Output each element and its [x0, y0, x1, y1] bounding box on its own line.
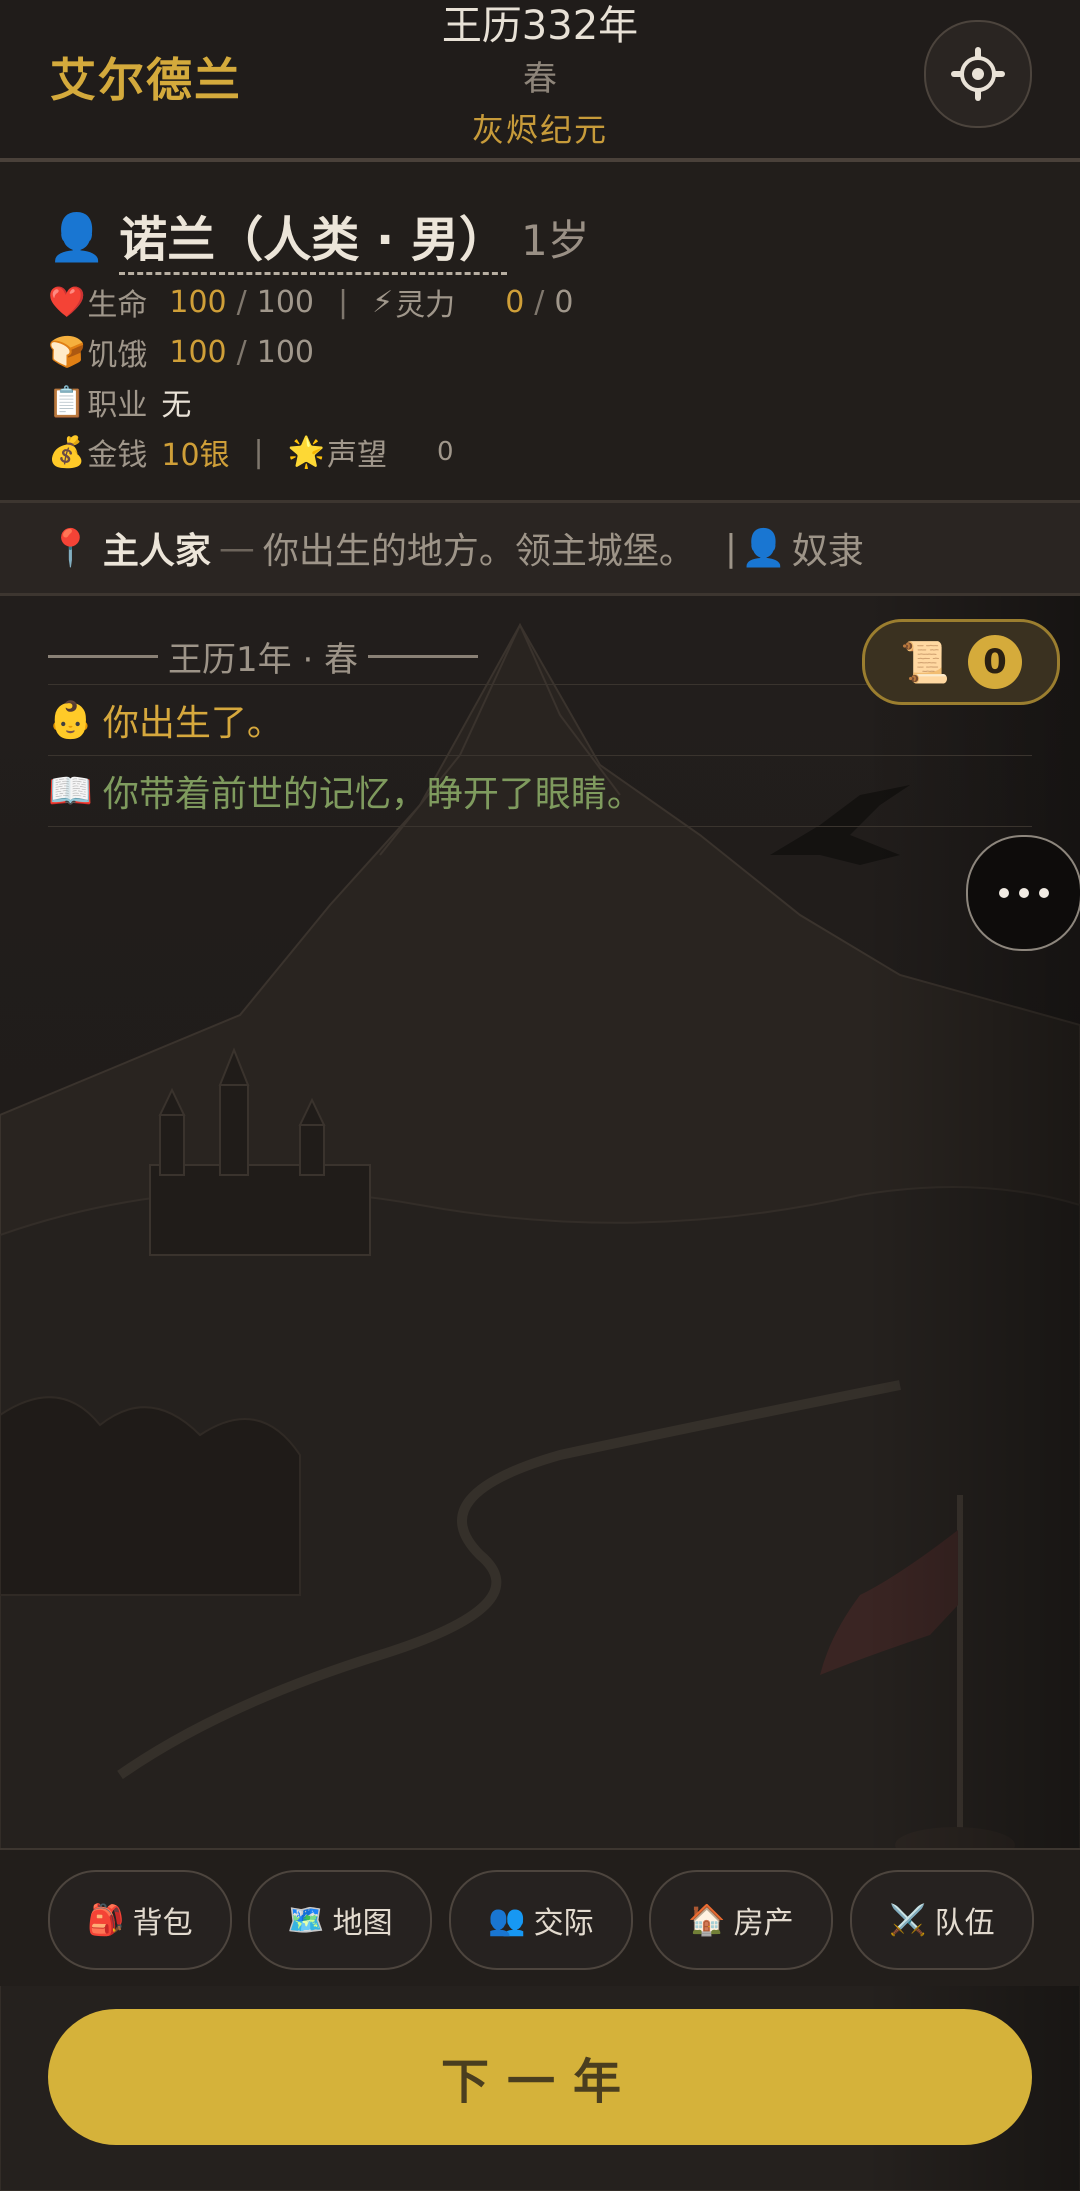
money-value: 10银 [161, 438, 230, 473]
app-title: 艾尔德兰 [50, 53, 242, 107]
more-dots-icon [999, 888, 1009, 898]
health-label: 生命 [87, 288, 148, 323]
bread-icon: 🍞 [48, 334, 86, 370]
scroll-icon: 📜 [900, 639, 950, 686]
house-icon: 🏠 [688, 1902, 726, 1938]
character-age: 1岁 [520, 215, 590, 265]
character-name[interactable]: 诺兰（人类 · 男） [119, 200, 507, 275]
star-icon: 🌟 [287, 434, 326, 470]
current-season: 春 [523, 59, 557, 99]
baby-icon: 👶 [48, 700, 93, 741]
health-spirit-row: ❤️ 生命 100 / 100 | ⚡ 灵力 0 / 0 [48, 280, 573, 324]
spirit-current: 0 [505, 284, 525, 320]
current-year: 王历332年 [441, 3, 639, 49]
date-block: 王历332年 春 灰烬纪元 [340, 0, 740, 154]
health-current: 100 [169, 284, 227, 320]
heart-icon: ❤️ [48, 284, 86, 320]
log-entry: 📖 你带着前世的记忆，睁开了眼睛。 [48, 755, 1032, 826]
nav-party-button[interactable]: ⚔️ 队伍 [850, 1870, 1034, 1970]
lightning-icon: ⚡ [372, 284, 394, 320]
map-icon: 🗺️ [287, 1902, 325, 1938]
book-icon: 📖 [48, 771, 93, 812]
nav-label: 队伍 [934, 1906, 995, 1941]
nav-backpack-button[interactable]: 🎒 背包 [48, 1870, 232, 1970]
top-bar: 艾尔德兰 王历332年 春 灰烬纪元 [0, 0, 1080, 162]
job-value: 无 [161, 388, 192, 423]
bottom-nav: 🎒 背包 🗺️ 地图 👥 交际 🏠 房产 ⚔️ 队伍 [0, 1848, 1080, 1986]
nav-social-button[interactable]: 👥 交际 [449, 1870, 633, 1970]
current-era: 灰烬纪元 [471, 111, 608, 149]
log-date: 王历1年 · 春 [168, 639, 359, 680]
clipboard-icon: 📋 [48, 384, 86, 420]
location-description: 你出生的地方。领主城堡。 [262, 531, 695, 572]
spirit-max: 0 [554, 284, 574, 320]
nav-map-button[interactable]: 🗺️ 地图 [248, 1870, 432, 1970]
hunger-current: 100 [169, 334, 227, 370]
log-entry-text: 你出生了。 [102, 703, 283, 744]
status-person-icon: 👤 [741, 528, 786, 569]
nav-label: 房产 [733, 1906, 794, 1941]
job-label: 职业 [87, 388, 148, 423]
fame-label: 声望 [327, 438, 388, 473]
location-name: 主人家 [102, 531, 211, 572]
scroll-count: 0 [967, 635, 1022, 689]
fame-value: 0 [437, 437, 454, 467]
nav-label: 背包 [132, 1906, 193, 1941]
spirit-label: 灵力 [395, 288, 456, 323]
backpack-icon: 🎒 [87, 1902, 125, 1938]
settings-button[interactable] [924, 20, 1032, 128]
job-row: 📋 职业 无 [48, 380, 191, 424]
social-status: 奴隶 [791, 531, 864, 572]
scroll-badge-button[interactable]: 📜 0 [862, 619, 1060, 705]
log-entry-text: 你带着前世的记忆，睁开了眼睛。 [102, 774, 643, 815]
hunger-label: 饥饿 [87, 338, 148, 373]
next-year-button[interactable]: 下一年 [48, 2009, 1032, 2145]
money-label: 金钱 [87, 438, 148, 473]
gear-icon [951, 47, 1005, 101]
hunger-row: 🍞 饥饿 100 / 100 [48, 330, 314, 374]
people-icon: 👥 [488, 1902, 526, 1938]
pin-icon: 📍 [48, 528, 93, 569]
character-name-row: 👤 诺兰（人类 · 男） 1岁 [48, 200, 590, 275]
nav-label: 地图 [332, 1906, 393, 1941]
health-max: 100 [256, 284, 314, 320]
nav-property-button[interactable]: 🏠 房产 [649, 1870, 833, 1970]
character-panel: 👤 诺兰（人类 · 男） 1岁 ❤️ 生命 100 / 100 | ⚡ 灵力 0… [0, 162, 1080, 503]
nav-label: 交际 [533, 1906, 594, 1941]
location-bar[interactable]: 📍 主人家 — 你出生的地方。领主城堡。 | 👤 奴隶 [0, 503, 1080, 596]
money-bag-icon: 💰 [48, 434, 86, 470]
money-fame-row: 💰 金钱 10银 | 🌟 声望 0 [48, 430, 454, 474]
crossed-swords-icon: ⚔️ [889, 1902, 927, 1938]
person-icon: 👤 [48, 209, 106, 264]
more-options-button[interactable] [966, 835, 1080, 951]
hunger-max: 100 [256, 334, 314, 370]
